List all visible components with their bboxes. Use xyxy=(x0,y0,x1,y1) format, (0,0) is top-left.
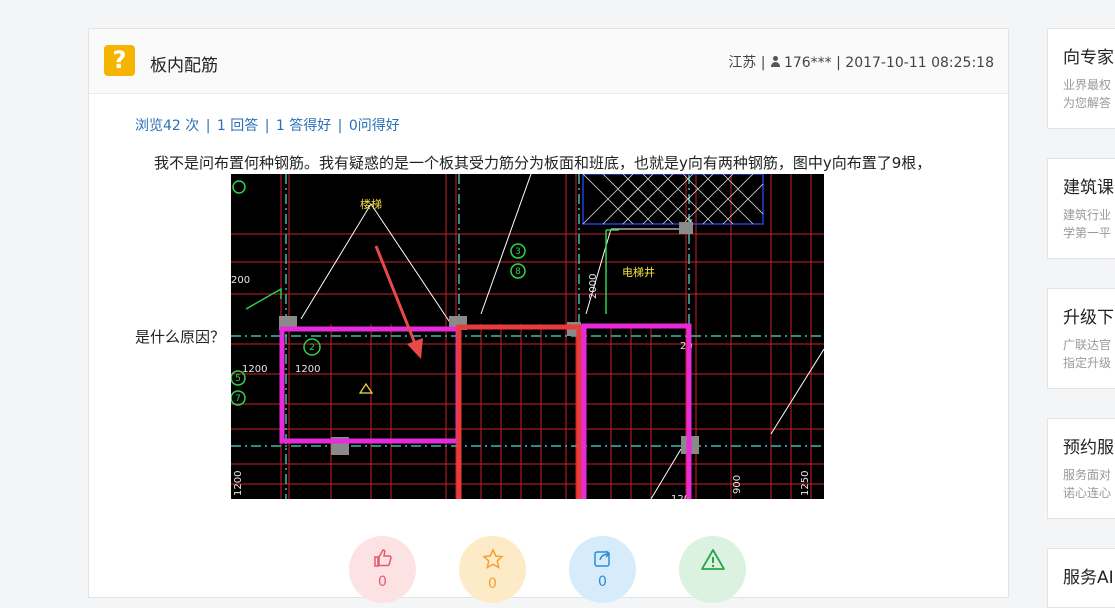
sidebar-card-booking[interactable]: 预约服 服务面对 诺心连心 xyxy=(1047,418,1115,519)
cad-drawing-image[interactable]: 3 8 2 5 7 楼梯 电梯井 200 1200 1200 20 120 20… xyxy=(231,174,824,499)
question-stats: 浏览42 次 | 1 回答 | 1 答得好 | 0问得好 xyxy=(135,118,400,134)
sidebar-card-title: 向专家 xyxy=(1063,48,1114,68)
dim-label: 1200 xyxy=(233,471,244,496)
sidebar-card-title: 服务AI xyxy=(1063,568,1114,588)
good-questions-stat[interactable]: 0问得好 xyxy=(349,118,400,134)
sidebar-card-desc: 业界最权 为您解答 xyxy=(1063,78,1112,110)
post-datetime: 2017-10-11 08:25:18 xyxy=(845,55,994,71)
sidebar-card-course[interactable]: 建筑课 建筑行业 学第一平 xyxy=(1047,158,1115,259)
dim-label: 200 xyxy=(231,275,250,286)
dim-label: 1200 xyxy=(295,364,320,375)
sidebar-card-title: 预约服 xyxy=(1063,438,1114,458)
question-mark-icon: ? xyxy=(104,45,135,76)
user-name[interactable]: 176*** xyxy=(784,55,832,71)
like-button[interactable]: 0 xyxy=(349,536,416,603)
sidebar-card-desc: 服务面对 诺心连心 xyxy=(1063,468,1112,500)
sidebar-card-title: 升级下 xyxy=(1063,308,1114,328)
like-count: 0 xyxy=(378,574,387,590)
question-card: ? 板内配筋 江苏 | 176*** | 2017-10-11 08:25:18… xyxy=(88,28,1009,603)
dim-label: 900 xyxy=(732,475,743,494)
dim-label: 1250 xyxy=(800,471,811,496)
circle-label: 5 xyxy=(235,374,241,384)
sidebar-card-title: 建筑课 xyxy=(1063,178,1114,198)
star-icon xyxy=(481,548,504,569)
share-button[interactable]: 0 xyxy=(569,536,636,603)
dim-label: 2000 xyxy=(588,274,599,299)
question-body-line2: 是什么原因？ xyxy=(135,328,226,346)
circle-label: 3 xyxy=(515,247,521,257)
sidebar-card-upgrade[interactable]: 升级下 广联达官 指定升级 xyxy=(1047,288,1115,389)
question-meta: 江苏 | 176*** | 2017-10-11 08:25:18 xyxy=(728,55,994,71)
sidebar-card-expert[interactable]: 向专家 业界最权 为您解答 xyxy=(1047,28,1115,129)
thumbs-up-icon xyxy=(373,549,392,567)
user-icon xyxy=(770,56,781,68)
question-title: 板内配筋 xyxy=(150,56,218,76)
share-icon xyxy=(593,550,610,567)
favorite-count: 0 xyxy=(488,576,497,592)
question-header: ? 板内配筋 江苏 | 176*** | 2017-10-11 08:25:18 xyxy=(89,29,1008,94)
circle-label: 7 xyxy=(235,394,241,404)
sidebar-card-service[interactable]: 服务AI xyxy=(1047,548,1115,608)
sidebar-card-desc: 广联达官 指定升级 xyxy=(1063,338,1112,370)
sidebar-card-desc: 建筑行业 学第一平 xyxy=(1063,208,1112,240)
circle-label: 2 xyxy=(309,343,315,353)
circle-label: 8 xyxy=(515,267,521,277)
favorite-button[interactable]: 0 xyxy=(459,536,526,603)
report-button[interactable] xyxy=(679,536,746,603)
cad-drawing-svg: 3 8 2 5 7 楼梯 电梯井 200 1200 1200 20 120 20… xyxy=(231,174,824,499)
dim-label: 1200 xyxy=(242,364,267,375)
region-label: 江苏 xyxy=(728,55,757,71)
views-stat[interactable]: 浏览42 次 xyxy=(135,118,199,134)
elevator-label: 电梯井 xyxy=(622,265,655,279)
question-body-line1: 我不是问布置何种钢筋。我有疑惑的是一个板其受力筋分为板面和班底，也就是y向有两种… xyxy=(154,154,932,172)
answers-stat[interactable]: 1 回答 xyxy=(217,118,258,134)
share-count: 0 xyxy=(598,574,607,590)
stair-label: 楼梯 xyxy=(360,197,382,211)
warning-icon xyxy=(700,549,725,570)
good-answers-stat[interactable]: 1 答得好 xyxy=(276,118,331,134)
